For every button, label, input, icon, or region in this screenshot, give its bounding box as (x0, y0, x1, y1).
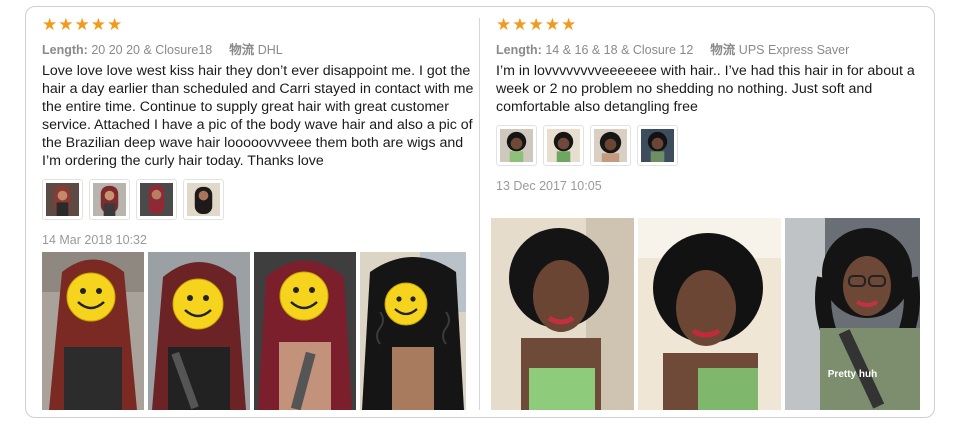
review-thumbnail[interactable] (590, 125, 631, 166)
photo-caption: Pretty huh (827, 369, 878, 380)
length-label: Length: (42, 43, 88, 57)
star-icon: ★ (74, 15, 90, 34)
star-icon: ★ (58, 15, 74, 34)
review-photo[interactable] (254, 252, 356, 410)
order-meta: Length: 14 & 16 & 18 & Closure 12 物流 UPS… (496, 39, 926, 58)
star-rating: ★ ★ ★ ★ ★ (496, 14, 926, 36)
review-photos-2: Pretty huh (491, 218, 920, 410)
review-thumbnails (496, 125, 926, 166)
length-value: 14 & 16 & 18 & Closure 12 (545, 43, 694, 57)
review-thumbnail[interactable] (183, 179, 224, 220)
star-icon: ★ (544, 15, 560, 34)
length-label: Length: (496, 43, 542, 57)
star-icon: ★ (107, 15, 123, 34)
review-thumbnail[interactable] (42, 179, 83, 220)
shipping-label: 物流 (710, 43, 736, 57)
star-icon: ★ (512, 15, 528, 34)
order-meta: Length: 20 20 20 & Closure18 物流 DHL (42, 39, 474, 58)
review-divider (479, 18, 480, 410)
review-card-2: ★ ★ ★ ★ ★ Length: 14 & 16 & 18 & Closure… (496, 14, 926, 193)
review-thumbnail[interactable] (89, 179, 130, 220)
review-photos-1 (42, 252, 466, 410)
review-date: 14 Mar 2018 10:32 (42, 233, 147, 247)
review-thumbnail[interactable] (136, 179, 177, 220)
star-icon: ★ (528, 15, 544, 34)
review-photo[interactable] (491, 218, 634, 410)
shipping-value: DHL (257, 43, 283, 57)
star-icon: ★ (561, 15, 577, 34)
shipping-label: 物流 (229, 43, 255, 57)
review-photo[interactable] (360, 252, 466, 410)
review-photo[interactable] (148, 252, 250, 410)
review-thumbnails (42, 179, 474, 220)
review-date: 13 Dec 2017 10:05 (496, 179, 602, 193)
review-photo[interactable] (42, 252, 144, 410)
review-photo[interactable]: Pretty huh (785, 218, 920, 410)
review-card-1: ★ ★ ★ ★ ★ Length: 20 20 20 & Closure18 物… (42, 14, 474, 247)
length-value: 20 20 20 & Closure18 (91, 43, 213, 57)
review-thumbnail[interactable] (637, 125, 678, 166)
star-icon: ★ (42, 15, 58, 34)
review-thumbnail[interactable] (496, 125, 537, 166)
review-photo[interactable] (638, 218, 781, 410)
star-icon: ★ (90, 15, 106, 34)
review-text: Love love love west kiss hair they don’t… (42, 63, 474, 169)
shipping-value: UPS Express Saver (738, 43, 850, 57)
star-icon: ★ (496, 15, 512, 34)
review-text: I’m in lovvvvvvvveeeeeee with hair.. I’v… (496, 63, 915, 115)
star-rating: ★ ★ ★ ★ ★ (42, 14, 474, 36)
review-thumbnail[interactable] (543, 125, 584, 166)
